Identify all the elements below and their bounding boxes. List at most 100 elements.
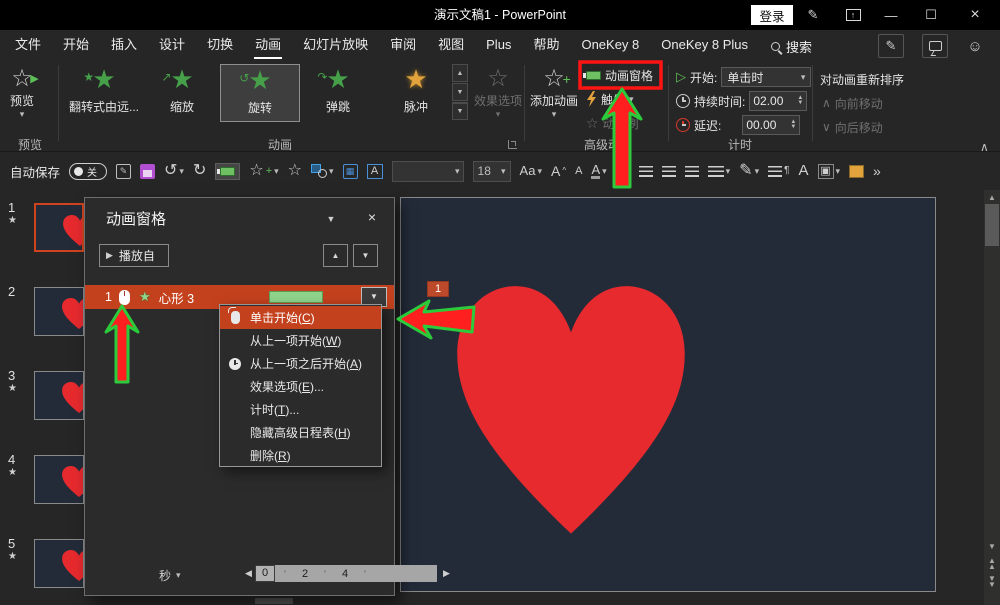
pane-move-down-button[interactable]: ▼ xyxy=(353,244,378,267)
animation-order-badge[interactable]: 1 xyxy=(427,281,449,297)
menu-item-删除[interactable]: 删除(R) xyxy=(220,444,381,467)
horizontal-scrollbar-thumb[interactable] xyxy=(255,598,293,604)
qat-screen-button[interactable]: ▦ xyxy=(343,164,358,179)
previous-slide-button[interactable]: ▲▲ xyxy=(984,558,1000,570)
justify-button[interactable] xyxy=(685,166,699,177)
slide-canvas[interactable] xyxy=(400,197,936,592)
seconds-dropdown[interactable]: 秒 ▾ xyxy=(159,567,181,584)
pane-menu-button[interactable]: ▼ xyxy=(321,210,341,228)
tab-OneKey 8[interactable]: OneKey 8 xyxy=(570,30,650,62)
share-annotate-button[interactable]: ✎ xyxy=(878,34,904,58)
autosave-toggle[interactable]: 关 xyxy=(69,163,107,180)
gallery-item-脉冲[interactable]: ★脉冲 xyxy=(376,64,456,122)
line-spacing-button[interactable]: ¶ xyxy=(768,163,789,179)
align-right-button[interactable] xyxy=(662,166,676,177)
gallery-down-button[interactable]: ▼ xyxy=(452,83,468,101)
shape-outline-button[interactable]: ✎▾ xyxy=(739,163,759,179)
close-button[interactable]: × xyxy=(958,0,992,30)
gallery-item-缩放[interactable]: ★↗缩放 xyxy=(142,64,222,122)
selection-pane-button[interactable] xyxy=(849,165,864,178)
qat-preview-button[interactable]: ☆ xyxy=(288,163,302,179)
menu-item-单击开始[interactable]: 单击开始(C) xyxy=(220,306,381,329)
gallery-up-button[interactable]: ▲ xyxy=(452,64,468,82)
ink-icon[interactable]: ✎ xyxy=(796,0,830,30)
tab-OneKey 8 Plus[interactable]: OneKey 8 Plus xyxy=(650,30,759,62)
menu-item-从上一项之后开始[interactable]: 从上一项之后开始(A) xyxy=(220,352,381,375)
gallery-item-旋转[interactable]: ★↺旋转 xyxy=(220,64,300,122)
align-left-button[interactable] xyxy=(616,166,630,177)
delay-spinner[interactable]: 00.00 ▲▼ xyxy=(742,115,800,135)
start-combo[interactable]: 单击时 ▾ xyxy=(721,67,811,87)
feedback-smiley-button[interactable]: ☺ xyxy=(962,34,988,58)
indent-button[interactable]: ▾ xyxy=(708,163,731,179)
tab-幻灯片放映[interactable]: 幻灯片放映 xyxy=(292,30,379,62)
trigger-button[interactable]: 触发 ▾ xyxy=(586,88,634,110)
pane-close-button[interactable]: × xyxy=(362,207,382,227)
tab-Plus[interactable]: Plus xyxy=(475,30,522,62)
change-case-button[interactable]: Aa▾ xyxy=(520,163,542,179)
timeline-scroll-left-icon[interactable]: ◀ xyxy=(245,568,252,579)
font-size-combo[interactable]: 18▾ xyxy=(473,161,511,182)
next-slide-button[interactable]: ▼▼ xyxy=(984,576,1000,588)
slide-thumbnail-3[interactable] xyxy=(34,371,84,420)
slide-thumbnail-5[interactable] xyxy=(34,539,84,588)
shrink-font-button[interactable]: A xyxy=(575,163,582,179)
scroll-up-icon[interactable]: ▲ xyxy=(984,193,1000,202)
tab-动画[interactable]: 动画 xyxy=(244,30,292,62)
clear-format-button[interactable]: A xyxy=(798,163,808,179)
animation-painter-button[interactable]: ☆ 动画刷 xyxy=(586,112,639,134)
add-animation-button[interactable]: ☆+ 添加动画 ▾ xyxy=(530,66,578,120)
animation-dialog-launcher-icon[interactable] xyxy=(508,140,517,149)
redo-button[interactable]: ↻ xyxy=(193,163,206,179)
grow-font-button[interactable]: A^ xyxy=(551,163,566,179)
play-from-button[interactable]: ▶ 播放自 xyxy=(99,244,169,267)
tab-设计[interactable]: 设计 xyxy=(148,30,196,62)
slide-thumbnail-1[interactable] xyxy=(34,203,84,252)
login-button[interactable]: 登录 xyxy=(751,5,793,25)
save-as-button[interactable]: ✎ xyxy=(116,164,131,179)
tab-视图[interactable]: 视图 xyxy=(427,30,475,62)
spinner-arrows-icon[interactable]: ▲▼ xyxy=(797,96,803,106)
qat-more-button[interactable]: » xyxy=(873,163,881,179)
tab-插入[interactable]: 插入 xyxy=(100,30,148,62)
scroll-down-icon[interactable]: ▼ xyxy=(984,542,1000,551)
duration-spinner[interactable]: 02.00 ▲▼ xyxy=(749,91,807,111)
heart-shape[interactable] xyxy=(450,278,692,550)
animation-pane-button[interactable]: 动画窗格 xyxy=(586,64,653,86)
tab-审阅[interactable]: 审阅 xyxy=(379,30,427,62)
maximize-button[interactable]: ☐ xyxy=(914,0,948,30)
font-name-combo[interactable]: ▾ xyxy=(392,161,464,182)
qat-animation-pane-button[interactable] xyxy=(215,163,240,180)
present-icon[interactable]: ↑ xyxy=(836,0,870,30)
save-button[interactable] xyxy=(140,164,155,179)
move-earlier-button[interactable]: ∧ 向前移动 xyxy=(822,92,883,114)
preview-button[interactable]: ☆▶ 预览 ▾ xyxy=(10,66,34,120)
qat-textbox-button[interactable]: A xyxy=(367,164,383,179)
qat-shapes-button[interactable]: ▾ xyxy=(311,163,334,179)
slide-thumbnail-2[interactable] xyxy=(34,287,84,336)
vertical-scrollbar[interactable]: ▲ ▼ ▲▲ ▼▼ xyxy=(984,190,1000,605)
font-color-button[interactable]: A▾ xyxy=(591,163,606,179)
gallery-more-button[interactable]: ▼ xyxy=(452,102,468,120)
spinner-arrows-icon[interactable]: ▲▼ xyxy=(790,120,796,130)
slide-layout-button[interactable]: ▣▾ xyxy=(818,163,841,179)
align-center-button[interactable] xyxy=(639,166,653,177)
menu-item-计时[interactable]: 计时(T)... xyxy=(220,398,381,421)
qat-add-animation-button[interactable]: ☆+▾ xyxy=(249,163,278,179)
menu-item-从上一项开始[interactable]: 从上一项开始(W) xyxy=(220,329,381,352)
gallery-item-翻转式由远...[interactable]: ★★翻转式由远... xyxy=(64,64,144,122)
tab-切换[interactable]: 切换 xyxy=(196,30,244,62)
tab-开始[interactable]: 开始 xyxy=(52,30,100,62)
comments-button[interactable] xyxy=(922,34,948,58)
effect-options-button[interactable]: ☆ 效果选项 ▾ xyxy=(474,66,522,120)
slide-thumbnail-4[interactable] xyxy=(34,455,84,504)
timeline-scale[interactable]: 0'2'4' xyxy=(255,565,437,582)
duration-bar[interactable] xyxy=(269,291,323,303)
pane-move-up-button[interactable]: ▲ xyxy=(323,244,348,267)
minimize-button[interactable]: — xyxy=(874,0,908,30)
search-box[interactable]: 搜索 xyxy=(771,37,812,56)
menu-item-效果选项[interactable]: 效果选项(E)... xyxy=(220,375,381,398)
gallery-item-弹跳[interactable]: ★↷弹跳 xyxy=(298,64,378,122)
tab-文件[interactable]: 文件 xyxy=(4,30,52,62)
move-later-button[interactable]: ∨ 向后移动 xyxy=(822,116,883,138)
